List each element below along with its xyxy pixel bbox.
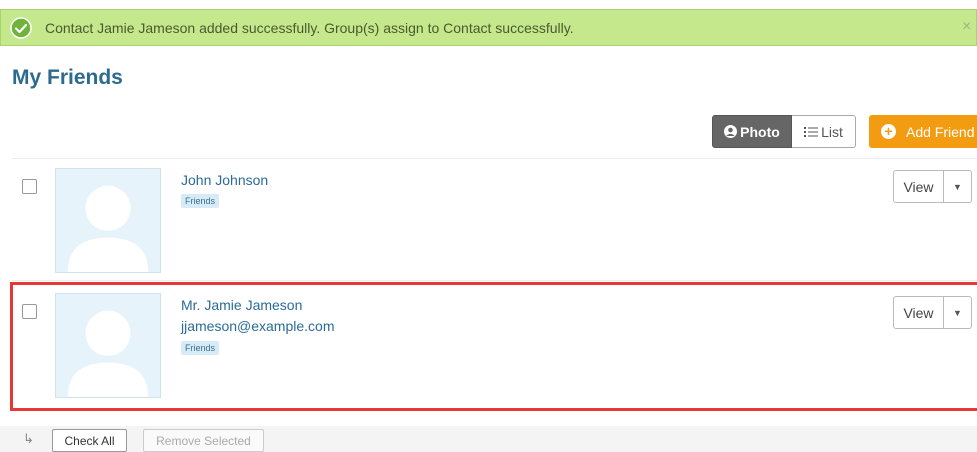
photo-view-button[interactable]: Photo	[712, 115, 792, 148]
bulk-actions-bar: ↳ Check All Remove Selected	[0, 426, 977, 452]
divider	[12, 280, 977, 281]
list-view-label: List	[821, 123, 843, 140]
contact-row: John Johnson Friends View ▼	[0, 159, 977, 279]
close-icon[interactable]: ×	[962, 18, 976, 36]
contact-name[interactable]: John Johnson	[181, 172, 268, 188]
caret-down-icon[interactable]: ▼	[944, 170, 972, 203]
avatar	[55, 168, 161, 273]
check-all-button[interactable]: Check All	[52, 429, 127, 452]
group-tag: Friends	[181, 194, 220, 208]
success-alert: Contact Jamie Jameson added successfully…	[0, 9, 977, 46]
highlight-box	[10, 282, 977, 411]
plus-circle-icon: +	[881, 124, 896, 139]
list-icon	[804, 126, 819, 137]
corner-arrow-icon: ↳	[23, 431, 34, 446]
user-circle-icon	[724, 125, 738, 138]
add-friend-button[interactable]: + Add Friend	[869, 115, 977, 148]
row-checkbox[interactable]	[22, 179, 37, 194]
list-view-button[interactable]: List	[792, 115, 856, 148]
default-avatar-icon	[67, 185, 149, 272]
page-title: My Friends	[12, 66, 123, 89]
view-toggle: Photo List	[712, 115, 856, 148]
add-friend-label: Add Friend	[906, 123, 975, 140]
remove-selected-button[interactable]: Remove Selected	[143, 429, 264, 452]
photo-view-label: Photo	[740, 123, 780, 140]
view-button[interactable]: View	[893, 170, 944, 203]
alert-message: Contact Jamie Jameson added successfully…	[45, 20, 574, 36]
check-circle-icon	[10, 17, 32, 39]
view-button-group: View ▼	[893, 170, 972, 203]
